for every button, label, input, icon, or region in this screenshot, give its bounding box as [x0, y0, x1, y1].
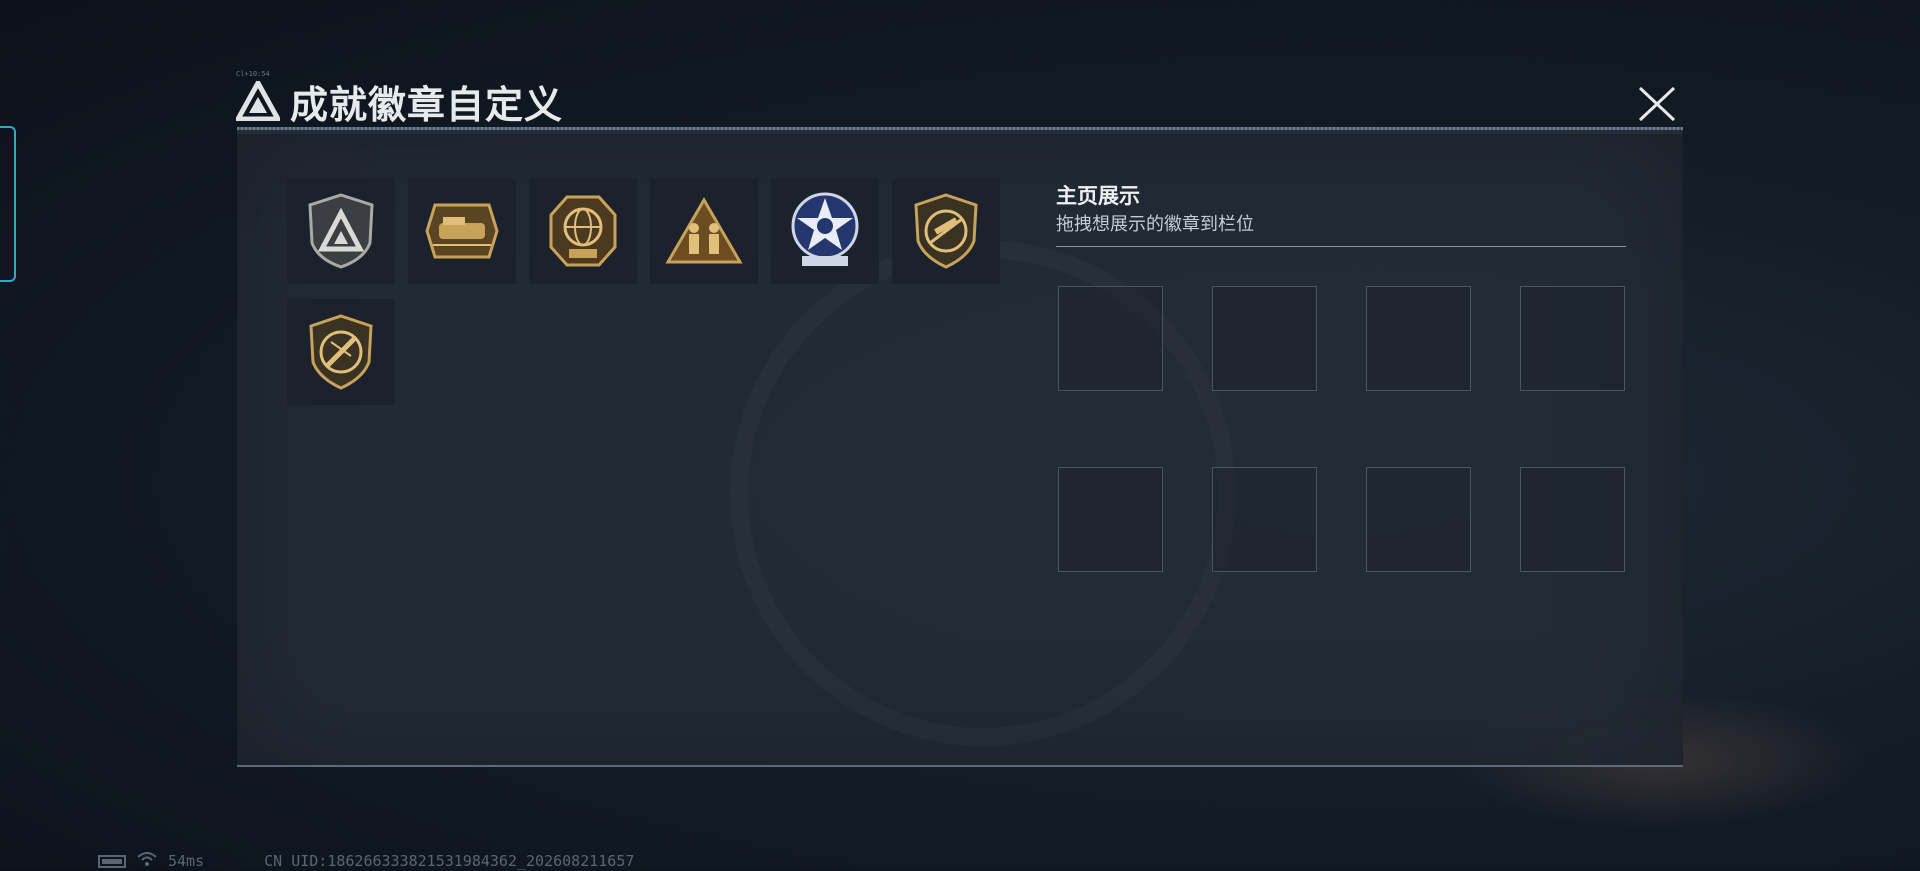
wifi-icon: [136, 851, 158, 871]
side-tab[interactable]: [0, 126, 16, 282]
showcase-slot-7[interactable]: [1366, 467, 1471, 572]
showcase-slot-3[interactable]: [1366, 286, 1471, 391]
divider: [1056, 246, 1626, 247]
showcase-slot-6[interactable]: [1212, 467, 1317, 572]
badge-item-soldiers[interactable]: [650, 178, 758, 284]
showcase-slot-5[interactable]: [1058, 467, 1163, 572]
battery-icon: [98, 854, 126, 868]
status-bar: 54ms CN UID:18626633382153198436​2_20260…: [98, 851, 634, 871]
uid-text: CN UID:18626633382153198436​2_2026082116…: [264, 852, 635, 870]
showcase-subtitle: 拖拽想展示的徽章到栏位: [1056, 214, 1254, 235]
globe-2025-badge-icon: [549, 195, 617, 267]
badge-item-2025[interactable]: [529, 178, 637, 284]
window-header: 成就徽章自定义: [236, 76, 564, 127]
blue-star-badge-icon: [791, 192, 859, 266]
knife-shield-badge-icon: [309, 314, 373, 390]
showcase-slot-1[interactable]: [1058, 286, 1163, 391]
showcase-slot-4[interactable]: [1520, 286, 1625, 391]
showcase-slot-2[interactable]: [1212, 286, 1317, 391]
badge-item-blue-star[interactable]: [771, 178, 879, 284]
showcase-slot-8[interactable]: [1520, 467, 1625, 572]
page-title: 成就徽章自定义: [290, 82, 564, 127]
train-badge-icon: [425, 203, 499, 259]
badge-item-train[interactable]: [408, 178, 516, 284]
rifle-shield-badge-icon: [914, 193, 978, 269]
close-button[interactable]: [1630, 80, 1684, 128]
badge-item-knife[interactable]: [287, 299, 395, 405]
delta-shield-badge-icon: [308, 193, 374, 269]
close-icon: [1638, 86, 1676, 122]
ping-value: 54ms: [168, 852, 205, 870]
delta-logo-icon: [236, 81, 280, 121]
showcase-title: 主页展示: [1056, 184, 1140, 208]
badge-item-delta-logo[interactable]: [287, 178, 395, 284]
soldiers-triangle-badge-icon: [665, 197, 743, 264]
badge-item-rifle[interactable]: [892, 178, 1000, 284]
